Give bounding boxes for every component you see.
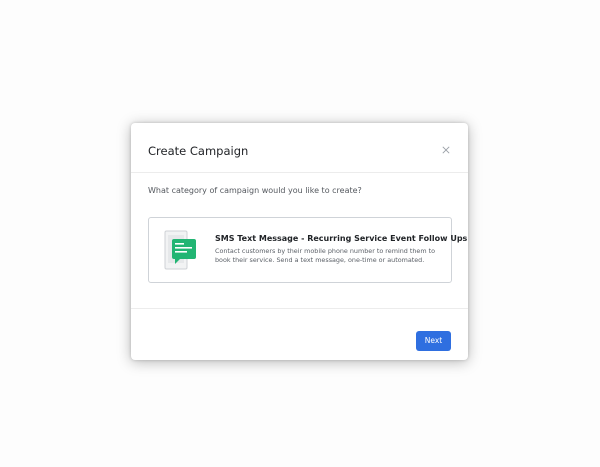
create-campaign-modal: Create Campaign What category of campaig…: [131, 123, 468, 360]
option-description: Contact customers by their mobile phone …: [215, 247, 436, 264]
sms-message-icon: [163, 229, 203, 273]
option-title: SMS Text Message - Recurring Service Eve…: [215, 234, 468, 243]
close-button[interactable]: [438, 142, 454, 158]
category-question: What category of campaign would you like…: [148, 186, 362, 195]
campaign-option-sms[interactable]: SMS Text Message - Recurring Service Eve…: [148, 217, 467, 283]
close-icon: [442, 146, 450, 154]
modal-title: Create Campaign: [148, 144, 249, 158]
modal-footer: Next: [131, 308, 468, 360]
next-button[interactable]: Next: [416, 331, 451, 351]
modal-header: Create Campaign: [131, 123, 468, 173]
